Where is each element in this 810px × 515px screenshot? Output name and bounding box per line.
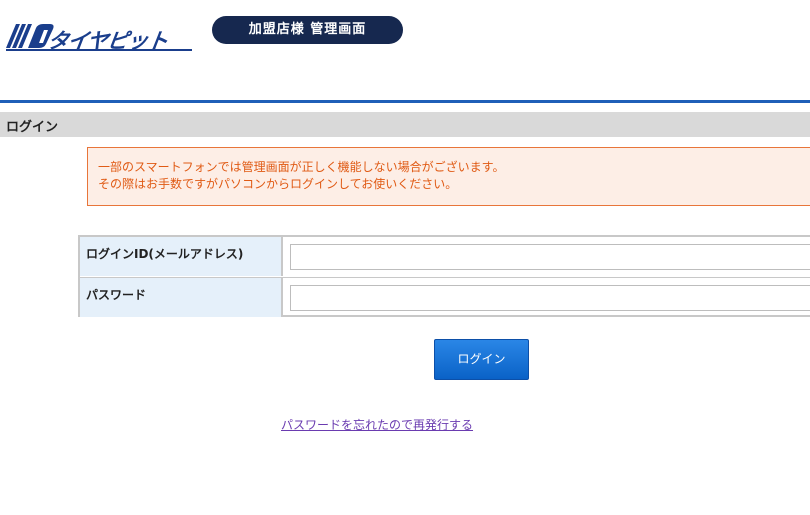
form-row-password: パスワード — [80, 277, 810, 317]
page-title: ログイン — [6, 120, 59, 135]
login-id-input[interactable] — [290, 244, 810, 270]
header-divider — [0, 100, 810, 103]
logo-wordmark: タイヤピット — [46, 29, 169, 53]
password-label: パスワード — [80, 278, 283, 317]
notice-line-2: その際はお手数ですがパソコンからログインしてお使いください。 — [98, 177, 458, 191]
section-header: ログイン — [0, 112, 810, 137]
admin-panel-badge: 加盟店様 管理画面 — [212, 16, 403, 44]
login-id-label: ログインID(メールアドレス) — [80, 237, 283, 276]
header: タイヤピット 加盟店様 管理画面 — [0, 0, 810, 100]
notice-line-1: 一部のスマートフォンでは管理画面が正しく機能しない場合がございます。 — [98, 160, 505, 174]
form-row-login-id: ログインID(メールアドレス) — [80, 237, 810, 276]
password-reset-link[interactable]: パスワードを忘れたので再発行する — [281, 416, 473, 433]
password-input[interactable] — [290, 285, 810, 311]
login-form: ログインID(メールアドレス) パスワード — [78, 235, 810, 317]
smartphone-notice: 一部のスマートフォンでは管理画面が正しく機能しない場合がございます。 その際はお… — [87, 147, 810, 206]
tirepit-logo[interactable]: タイヤピット — [6, 22, 194, 53]
login-button[interactable]: ログイン — [434, 339, 529, 380]
